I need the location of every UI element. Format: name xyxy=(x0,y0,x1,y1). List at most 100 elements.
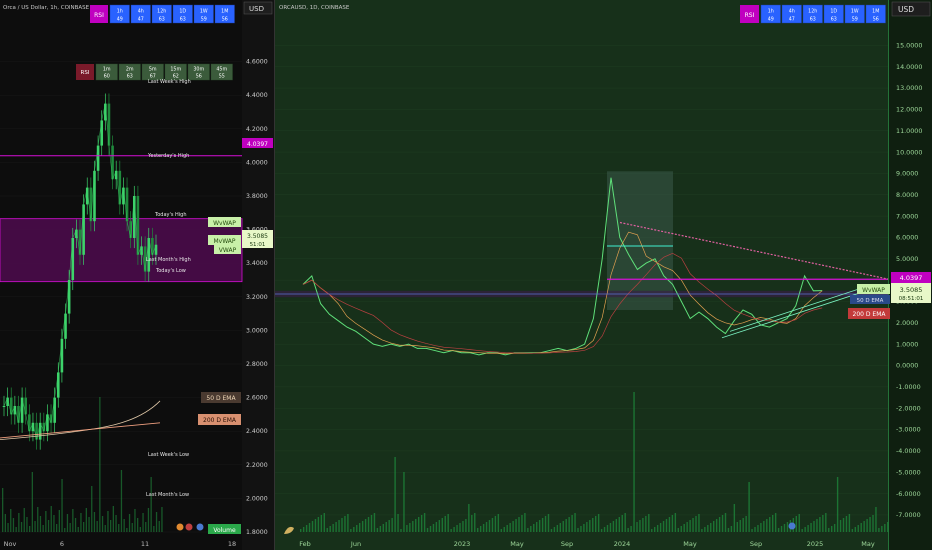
volume-bar xyxy=(547,514,550,532)
right-rsi-top[interactable]: RSI 1h494h4712h631D631W591M56 xyxy=(740,4,886,24)
volume-bar xyxy=(606,525,609,532)
volume-bar xyxy=(748,482,750,532)
volume-bar xyxy=(161,507,163,532)
volume-bar xyxy=(754,527,756,532)
flag-icon xyxy=(176,523,184,531)
rsi-cell-tf: 1D xyxy=(179,9,186,15)
volume-bar xyxy=(42,525,44,532)
volume-bar xyxy=(335,522,337,532)
volume-bar xyxy=(18,513,20,532)
candle-body xyxy=(96,145,100,171)
volume-bar xyxy=(869,517,871,532)
volume-bar xyxy=(801,529,803,532)
right-chart-title: ORCAUSD, 1D, COINBASE xyxy=(279,5,350,11)
y-tick-label: 9.0000 xyxy=(896,170,918,178)
volume-bar xyxy=(621,515,623,532)
volume-bar xyxy=(739,520,741,532)
chart-canvas[interactable]: 4.60004.40004.20004.00003.80003.60003.40… xyxy=(0,0,932,550)
volume-bar xyxy=(854,527,856,532)
volume-bar xyxy=(491,518,494,532)
volume-bar xyxy=(544,516,547,532)
volume-bar xyxy=(627,528,629,532)
volume-bar xyxy=(671,515,674,532)
volume-bar xyxy=(350,529,352,532)
label-yesterday-high: Yesterday's High xyxy=(147,153,189,159)
volume-bar xyxy=(733,504,736,532)
rsi-cell-tf: 1M xyxy=(221,9,228,15)
volume-bar xyxy=(713,521,715,532)
x-tick-label: May xyxy=(510,540,524,548)
volume-bar xyxy=(524,513,526,532)
volume-bar xyxy=(780,526,783,532)
volume-bar xyxy=(477,528,479,532)
rsi-cell-val: 56 xyxy=(222,16,228,22)
rsi-cell-val: 63 xyxy=(159,16,165,22)
volume-bar xyxy=(23,508,25,532)
candle-body xyxy=(64,313,67,339)
volume-bar xyxy=(624,513,626,532)
candle-body xyxy=(67,280,71,314)
volume-bar xyxy=(536,522,538,532)
flag-icon-3 xyxy=(196,523,204,531)
volume-bar xyxy=(58,510,60,532)
volume-bar xyxy=(636,522,638,532)
volume-bar xyxy=(845,516,848,532)
volume-bar xyxy=(878,528,880,532)
volume-bar xyxy=(612,521,615,532)
left-rsi-mid[interactable]: RSI 1m602m635m6715m6230m5645m55 xyxy=(76,63,233,81)
tag-magenta-price-text: 4.0397 xyxy=(247,141,268,148)
volume-bar xyxy=(397,514,399,532)
left-rsi-top[interactable]: RSI 1h494h4712h631D631W591M56 xyxy=(90,4,235,24)
volume-bar xyxy=(370,515,373,532)
right-tag-ema200-text: 200 D EMA xyxy=(853,311,887,318)
tag-countdown-text: 51:01 xyxy=(250,242,266,248)
volume-bar xyxy=(689,520,691,532)
volume-bar xyxy=(565,519,567,532)
volume-bar xyxy=(586,522,588,532)
right-tag-magenta-text: 4.0397 xyxy=(900,274,923,282)
volume-bar xyxy=(317,517,320,532)
volume-bar xyxy=(110,520,112,532)
volume-bar xyxy=(50,506,52,532)
tag-wvwap-text: WvWAP xyxy=(213,220,236,227)
volume-bar xyxy=(482,524,485,532)
volume-bar xyxy=(798,514,800,532)
y-tick-label: 15.0000 xyxy=(896,42,922,50)
label-today-low: Today's Low xyxy=(155,268,186,274)
candle-body xyxy=(82,204,85,255)
volume-bar xyxy=(550,529,553,532)
candle-body xyxy=(136,196,140,255)
rsi-cell-val: 49 xyxy=(117,16,123,22)
y-tick-label: 4.0000 xyxy=(246,159,268,166)
volume-bar xyxy=(155,512,158,532)
x-tick-label: May xyxy=(861,540,875,548)
volume-bar xyxy=(429,526,432,532)
volume-bar xyxy=(139,527,141,532)
rsi-cell-val: 56 xyxy=(196,74,202,80)
volume-bar xyxy=(158,521,160,532)
volume-bar xyxy=(435,522,438,532)
y-tick-label: -4.0000 xyxy=(896,447,921,455)
volume-bar xyxy=(577,528,579,532)
volume-bar xyxy=(648,514,650,532)
volume-bar xyxy=(851,529,854,532)
volume-bar xyxy=(597,514,600,532)
y-tick-label: 3.2000 xyxy=(246,294,268,301)
volume-bar xyxy=(107,511,109,532)
volume-bar xyxy=(541,518,544,532)
volume-bar xyxy=(20,522,23,532)
volume-bar xyxy=(751,529,753,532)
volume-bar xyxy=(766,519,768,532)
y-tick-label: 2.2000 xyxy=(246,462,268,469)
volume-bar xyxy=(659,523,662,532)
volume-bar xyxy=(512,521,514,532)
rsi-cell-tf: 1W xyxy=(200,9,208,15)
volume-bar xyxy=(344,516,346,532)
volume-bar xyxy=(391,518,393,532)
x-tick-label: Jun xyxy=(350,540,361,548)
y-tick-label: -7.0000 xyxy=(896,511,921,519)
volume-bar xyxy=(64,528,66,532)
volume-bar xyxy=(527,528,529,532)
left-emoji-icons xyxy=(176,523,204,531)
volume-bar xyxy=(515,519,517,532)
